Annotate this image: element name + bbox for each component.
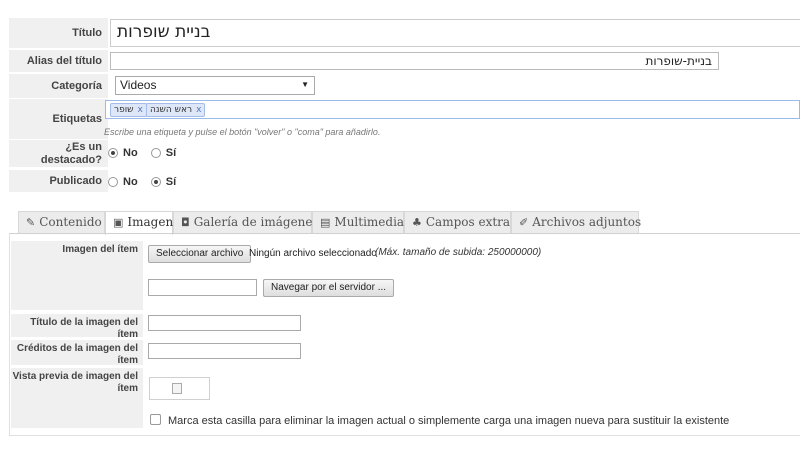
tags-input[interactable]: שופר x ראש השנה x xyxy=(105,100,800,119)
tab-label: Galería de imágenes xyxy=(193,215,319,229)
featured-label: ¿Es un destacado? xyxy=(9,140,108,167)
image-credits-input[interactable] xyxy=(148,343,301,359)
image-preview xyxy=(149,377,210,400)
title-input[interactable]: בניית שופרות xyxy=(110,19,800,47)
plug-icon: ♣ xyxy=(412,216,422,229)
delete-image-checkbox[interactable] xyxy=(150,414,161,425)
tag-label: ראש השנה xyxy=(150,105,193,115)
published-no-label: No xyxy=(123,176,138,189)
tab-imagen[interactable]: ▣ Imagen xyxy=(105,211,173,235)
image-title-input[interactable] xyxy=(148,315,301,331)
featured-yes-radio[interactable] xyxy=(150,148,161,159)
preview-label: Vista previa de imagen del ítem xyxy=(11,368,143,428)
featured-no-radio[interactable] xyxy=(108,148,118,159)
no-file-text: Ningún archivo seleccionado xyxy=(249,248,377,259)
chevron-down-icon: ▼ xyxy=(301,80,309,89)
tab-label: Archivos adjuntos xyxy=(532,215,642,229)
edit-icon: ✎ xyxy=(26,216,36,229)
published-yes-radio[interactable] xyxy=(150,177,161,188)
image-icon: ▣ xyxy=(113,216,124,229)
close-icon[interactable]: x xyxy=(196,105,201,115)
category-label: Categoría xyxy=(9,74,108,98)
published-yes-label: Sí xyxy=(165,176,177,189)
broken-image-icon xyxy=(172,383,182,394)
choose-file-button[interactable]: Seleccionar archivo xyxy=(148,245,252,263)
title-label: Título xyxy=(9,18,108,48)
delete-image-checkbox-label: Marca esta casilla para eliminar la imag… xyxy=(168,415,730,427)
close-icon[interactable]: x xyxy=(138,105,143,115)
tab-label: Campos extra xyxy=(425,215,511,229)
tab-archivos-adjuntos[interactable]: ✐ Archivos adjuntos xyxy=(511,211,642,234)
featured-no-label: No xyxy=(123,147,138,160)
published-row: Publicado No Sí xyxy=(9,170,800,192)
image-credits-label: Créditos de la imagen del ítem xyxy=(11,340,143,366)
tag-item: ראש השנה x xyxy=(146,103,206,117)
camera-icon: ◘ xyxy=(181,216,190,229)
tab-label: Imagen xyxy=(127,215,174,229)
max-size-text: (Máx. tamaño de subida: 250000000) xyxy=(375,247,542,258)
tab-label: Contenido xyxy=(39,215,102,229)
title-row: Título בניית שופרות xyxy=(9,18,800,48)
category-selected-value: Videos xyxy=(120,78,157,92)
tag-item: שופר x xyxy=(110,103,147,117)
server-path-input[interactable] xyxy=(148,279,257,296)
featured-row: ¿Es un destacado? No Sí xyxy=(9,140,800,167)
paperclip-icon: ✐ xyxy=(519,216,529,229)
tag-label: שופר xyxy=(114,105,134,115)
tab-multimedia[interactable]: ▤ Multimedia xyxy=(312,211,404,234)
image-title-label: Título de la imagen del ítem xyxy=(11,314,143,340)
tab-campos-extra[interactable]: ♣ Campos extra xyxy=(404,211,511,234)
alias-row: Alias del título בניית-שופרות xyxy=(9,50,800,72)
film-icon: ▤ xyxy=(320,216,331,229)
featured-yes-label: Sí xyxy=(165,147,177,160)
published-radio-group: No Sí xyxy=(108,176,186,188)
tab-galeria[interactable]: ◘ Galería de imágenes xyxy=(173,211,319,234)
alias-input[interactable]: בניית-שופרות xyxy=(110,52,719,70)
browse-server-button[interactable]: Navegar por el servidor ... xyxy=(263,279,395,297)
tab-label: Multimedia xyxy=(334,215,405,229)
alias-label: Alias del título xyxy=(9,50,108,72)
category-select[interactable]: Videos ▼ xyxy=(115,76,315,95)
published-no-radio[interactable] xyxy=(108,177,118,188)
tags-hint: Escribe una etiqueta y pulse el botón "v… xyxy=(104,127,381,137)
tags-label: Etiquetas xyxy=(9,99,108,139)
published-label: Publicado xyxy=(9,170,108,192)
tab-contenido[interactable]: ✎ Contenido xyxy=(18,211,105,234)
category-row: Categoría Videos ▼ xyxy=(9,74,800,98)
featured-radio-group: No Sí xyxy=(108,147,186,159)
item-image-label: Imagen del ítem xyxy=(11,241,143,310)
